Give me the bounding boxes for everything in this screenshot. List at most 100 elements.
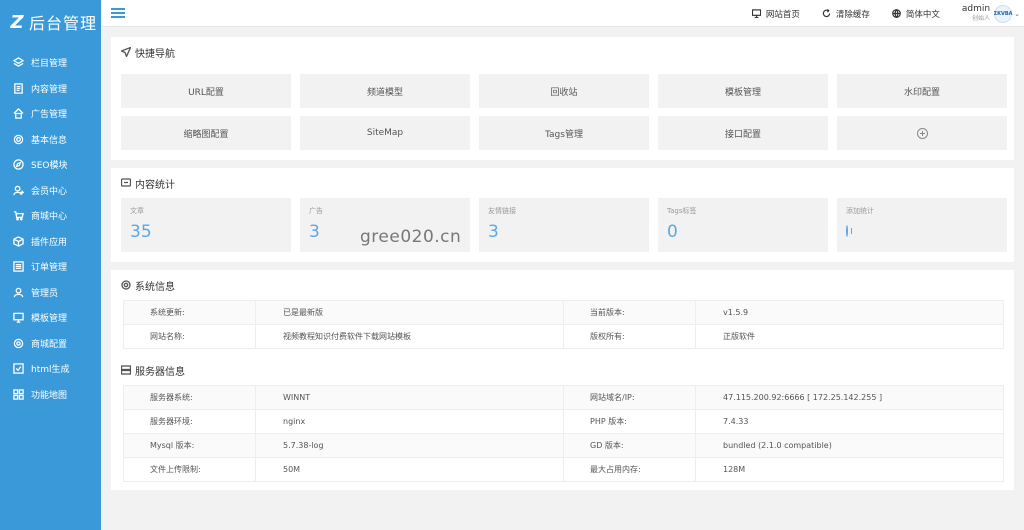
quick-sitemap[interactable]: SiteMap xyxy=(300,116,470,150)
stat-label: 添加统计 xyxy=(846,207,874,215)
stat-tags[interactable]: Tags标签 0 xyxy=(658,198,828,252)
system-info-table: 系统更新: 已是最新版 当前版本: v1.5.9 网站名称: 视频教程知识付费软… xyxy=(123,300,1004,349)
sidebar-item-plugins[interactable]: 插件应用 xyxy=(0,229,101,255)
site-home-link[interactable]: 网站首页 xyxy=(752,8,800,20)
table-cell: nginx xyxy=(255,409,564,434)
table-cell: 已是最新版 xyxy=(255,300,564,325)
settings-icon xyxy=(12,337,24,349)
quick-add-button[interactable] xyxy=(837,116,1007,150)
sidebar-item-orders[interactable]: 订单管理 xyxy=(0,254,101,280)
sidebar-item-templates[interactable]: 模板管理 xyxy=(0,305,101,331)
sidebar-item-function-map[interactable]: 功能地图 xyxy=(0,382,101,408)
quick-tags-manage[interactable]: Tags管理 xyxy=(479,116,649,150)
sidebar-item-label: 商城配置 xyxy=(31,339,68,350)
grid-icon xyxy=(12,388,24,400)
sidebar-item-label: 模板管理 xyxy=(31,314,68,325)
user-menu[interactable]: admin 创始人 ΣKVBA ⌄ xyxy=(961,4,1020,23)
sidebar-item-column[interactable]: 栏目管理 xyxy=(0,50,101,76)
sidebar-item-content[interactable]: 内容管理 xyxy=(0,76,101,102)
table-cell: bundled (2.1.0 compatible) xyxy=(695,433,1004,458)
plus-circle-icon xyxy=(846,225,848,237)
table-cell: 7.4.33 xyxy=(695,409,1004,434)
logo-icon: Z xyxy=(10,11,24,33)
table-cell: 正版软件 xyxy=(695,324,1004,349)
sidebar-item-html-generate[interactable]: html生成 xyxy=(0,356,101,382)
table-cell: 最大占用内存: xyxy=(563,457,696,482)
quick-thumbnail-config[interactable]: 缩略图配置 xyxy=(121,116,291,150)
quick-template-manage[interactable]: 模板管理 xyxy=(658,74,828,108)
layers-icon xyxy=(12,57,24,69)
quick-url-config[interactable]: URL配置 xyxy=(121,74,291,108)
user-role: 创始人 xyxy=(972,15,991,22)
chevron-down-icon: ⌄ xyxy=(1014,9,1020,18)
table-cell: 5.7.38-log xyxy=(255,433,564,458)
quick-channel-model[interactable]: 频道模型 xyxy=(300,74,470,108)
sidebar-item-members[interactable]: 会员中心 xyxy=(0,178,101,204)
sidebar-item-basic-info[interactable]: 基本信息 xyxy=(0,127,101,153)
menu-toggle-icon[interactable] xyxy=(111,6,125,20)
sidebar-item-ads[interactable]: 广告管理 xyxy=(0,101,101,127)
house-icon xyxy=(12,108,24,120)
quick-api-config[interactable]: 接口配置 xyxy=(658,116,828,150)
gear-icon xyxy=(121,280,131,290)
compass-icon xyxy=(12,159,24,171)
table-cell: 47.115.200.92:6666 [ 172.25.142.255 ] xyxy=(695,385,1004,410)
table-row: Mysql 版本: 5.7.38-log GD 版本: bundled (2.1… xyxy=(123,433,1004,458)
sidebar-item-label: 商城中心 xyxy=(31,212,68,223)
stats-title: 内容统计 xyxy=(111,168,1014,198)
quick-recycle-bin[interactable]: 回收站 xyxy=(479,74,649,108)
quick-watermark-config[interactable]: 水印配置 xyxy=(837,74,1007,108)
table-cell: 网站域名/IP: xyxy=(563,385,696,410)
logo[interactable]: Z 后台管理 xyxy=(0,0,101,44)
stat-links[interactable]: 友情链接 3 xyxy=(479,198,649,252)
sidebar-item-label: 功能地图 xyxy=(31,390,68,401)
table-cell: 当前版本: xyxy=(563,300,696,325)
system-info-title: 系统信息 xyxy=(111,270,1014,300)
stats-grid: 文章 35 广告 3 友情链接 3 Tags标签 0 添加统计 xyxy=(111,198,1014,262)
quick-nav-title-text: 快捷导航 xyxy=(135,48,175,60)
clear-cache-link[interactable]: 清除缓存 xyxy=(822,8,870,20)
cube-icon xyxy=(12,235,24,247)
sidebar-item-mall-config[interactable]: 商城配置 xyxy=(0,331,101,357)
sidebar-item-label: 基本信息 xyxy=(31,135,68,146)
stat-add-wrap xyxy=(846,225,998,237)
language-switch[interactable]: 简体中文 xyxy=(892,8,940,20)
clear-cache-label: 清除缓存 xyxy=(835,9,870,20)
sidebar-item-label: 插件应用 xyxy=(31,237,68,248)
stat-label: Tags标签 xyxy=(667,207,697,215)
plus-circle-icon xyxy=(916,127,928,139)
table-cell: WINNT xyxy=(255,385,564,410)
table-cell: 版权所有: xyxy=(563,324,696,349)
document-icon xyxy=(12,82,24,94)
check-square-icon xyxy=(12,363,24,375)
sidebar-item-mall[interactable]: 商城中心 xyxy=(0,203,101,229)
stat-value: 3 xyxy=(488,222,499,242)
server-info-title: 服务器信息 xyxy=(111,355,1014,385)
table-cell: 网站名称: xyxy=(123,324,256,349)
monitor-icon xyxy=(752,9,762,19)
table-row: 文件上传限制: 50M 最大占用内存: 128M xyxy=(123,457,1004,482)
table-cell: Mysql 版本: xyxy=(123,433,256,458)
chat-icon xyxy=(121,178,131,187)
stat-add[interactable]: 添加统计 xyxy=(837,198,1007,252)
table-cell: 128M xyxy=(695,457,1004,482)
site-home-label: 网站首页 xyxy=(765,9,800,20)
stats-title-text: 内容统计 xyxy=(135,179,175,191)
stat-label: 文章 xyxy=(130,207,144,215)
quick-nav-grid: URL配置 频道模型 回收站 模板管理 水印配置 缩略图配置 SiteMap T… xyxy=(111,67,1014,160)
table-cell: 服务器系统: xyxy=(123,385,256,410)
main-content: 快捷导航 URL配置 频道模型 回收站 模板管理 水印配置 缩略图配置 Site… xyxy=(101,27,1024,530)
sidebar: Z 后台管理 栏目管理 内容管理 广告管理 基本信息 SEO模块 会员中心 商城… xyxy=(0,0,101,530)
table-row: 服务器环境: nginx PHP 版本: 7.4.33 xyxy=(123,409,1004,434)
avatar: ΣKVBA xyxy=(994,4,1013,23)
sidebar-item-admins[interactable]: 管理员 xyxy=(0,280,101,306)
send-icon xyxy=(121,47,131,57)
sidebar-item-label: 广告管理 xyxy=(31,110,68,121)
logo-text: 后台管理 xyxy=(29,14,98,33)
table-cell: GD 版本: xyxy=(563,433,696,458)
sidebar-item-label: 订单管理 xyxy=(31,263,68,274)
stat-articles[interactable]: 文章 35 xyxy=(121,198,291,252)
sidebar-item-seo[interactable]: SEO模块 xyxy=(0,152,101,178)
table-row: 系统更新: 已是最新版 当前版本: v1.5.9 xyxy=(123,300,1004,325)
user-name: admin xyxy=(961,4,991,14)
